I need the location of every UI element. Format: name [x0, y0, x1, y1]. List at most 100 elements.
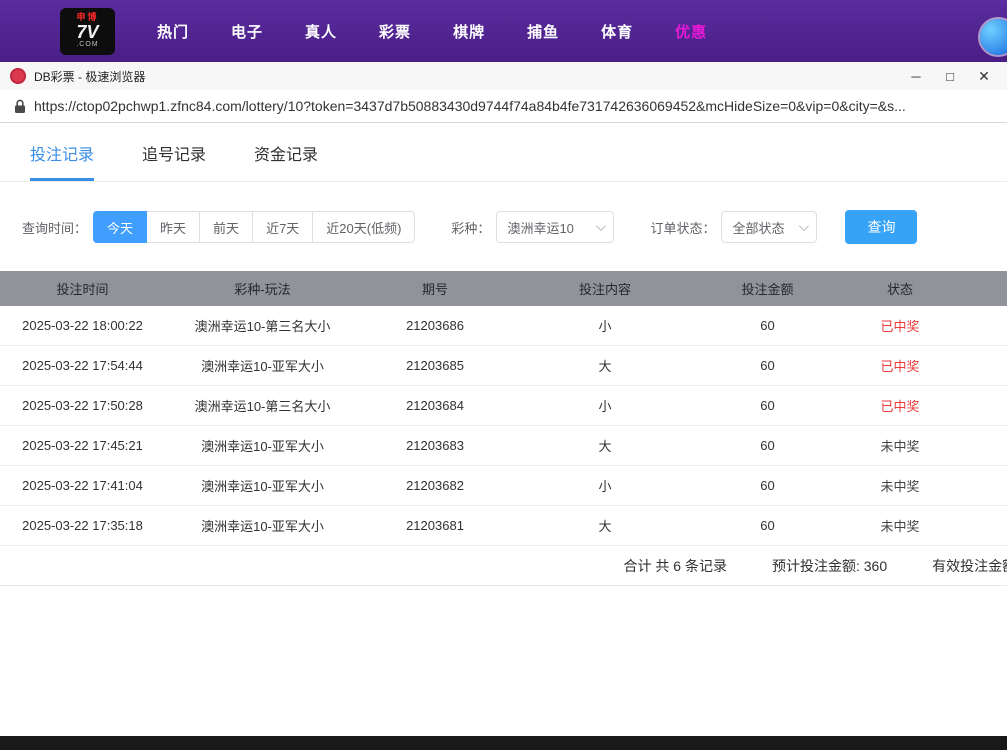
cell-issue: 21203686 — [360, 318, 510, 333]
nav-item-board[interactable]: 棋牌 — [453, 21, 485, 42]
taskbar-strip — [0, 736, 1007, 750]
time-option-today[interactable]: 今天 — [93, 211, 147, 243]
col-header-status: 状态 — [835, 279, 965, 298]
cell-issue: 21203684 — [360, 398, 510, 413]
time-option-20days[interactable]: 近20天(低频) — [312, 211, 415, 243]
cell-status: 未中奖 — [835, 476, 965, 495]
record-tabs: 投注记录 追号记录 资金记录 — [0, 123, 1007, 182]
col-header-issue: 期号 — [360, 279, 510, 298]
nav-item-lottery[interactable]: 彩票 — [379, 21, 411, 42]
tab-fund-records[interactable]: 资金记录 — [254, 141, 318, 181]
records-summary: 合计 共 6 条记录 预计投注金额: 360 有效投注金额: — [0, 546, 1007, 586]
cell-issue: 21203681 — [360, 518, 510, 533]
cell-status: 未中奖 — [835, 436, 965, 455]
table-row: 2025-03-22 17:35:18 澳洲幸运10-亚军大小 21203681… — [0, 506, 1007, 546]
minimize-button[interactable]: ─ — [899, 64, 933, 88]
cell-bet-time: 2025-03-22 17:50:28 — [0, 398, 165, 413]
lottery-select[interactable]: 澳洲幸运10 — [496, 211, 614, 243]
cell-issue: 21203683 — [360, 438, 510, 453]
cell-bet-time: 2025-03-22 18:00:22 — [0, 318, 165, 333]
cell-amount: 60 — [700, 398, 835, 413]
time-range-group: 今天 昨天 前天 近7天 近20天(低频) — [93, 211, 415, 243]
cell-amount: 60 — [700, 478, 835, 493]
nav-item-slots[interactable]: 电子 — [231, 21, 263, 42]
cell-amount: 60 — [700, 358, 835, 373]
cell-game: 澳洲幸运10-亚军大小 — [165, 356, 360, 375]
logo-text-main: 7V — [76, 23, 98, 42]
cell-status: 已中奖 — [835, 396, 965, 415]
cell-amount: 60 — [700, 318, 835, 333]
lottery-select-value: 澳洲幸运10 — [507, 218, 573, 237]
chevron-down-icon — [799, 221, 809, 231]
status-filter-label: 订单状态： — [650, 218, 715, 237]
cell-issue: 21203682 — [360, 478, 510, 493]
nav-item-promo[interactable]: 优惠 — [675, 21, 707, 42]
cell-game: 澳洲幸运10-第三名大小 — [165, 396, 360, 415]
order-status-select[interactable]: 全部状态 — [721, 211, 817, 243]
cell-status: 已中奖 — [835, 356, 965, 375]
cell-bet-time: 2025-03-22 17:54:44 — [0, 358, 165, 373]
cell-game: 澳洲幸运10-亚军大小 — [165, 436, 360, 455]
nav-item-fishing[interactable]: 捕鱼 — [527, 21, 559, 42]
app-window: 申博 7V .COM 热门 电子 真人 彩票 棋牌 捕鱼 体育 优惠 DB彩票 … — [0, 0, 1007, 750]
cell-game: 澳洲幸运10-亚军大小 — [165, 516, 360, 535]
status-select-value: 全部状态 — [732, 218, 784, 237]
col-header-amount: 投注金额 — [700, 279, 835, 298]
maximize-button[interactable]: □ — [933, 64, 967, 88]
logo-text-suffix: .COM — [76, 41, 98, 48]
col-header-time: 投注时间 — [0, 279, 165, 298]
nav-item-sports[interactable]: 体育 — [601, 21, 633, 42]
cell-content: 小 — [510, 476, 700, 495]
chevron-down-icon — [596, 221, 606, 231]
lock-icon — [14, 99, 26, 114]
customer-service-icon[interactable] — [980, 19, 1007, 55]
col-header-game: 彩种-玩法 — [165, 279, 360, 298]
cell-amount: 60 — [700, 438, 835, 453]
query-button[interactable]: 查询 — [845, 210, 917, 244]
cell-content: 大 — [510, 436, 700, 455]
cell-status: 已中奖 — [835, 316, 965, 335]
main-nav: 热门 电子 真人 彩票 棋牌 捕鱼 体育 优惠 — [157, 21, 749, 42]
table-row: 2025-03-22 18:00:22 澳洲幸运10-第三名大小 2120368… — [0, 306, 1007, 346]
table-row: 2025-03-22 17:45:21 澳洲幸运10-亚军大小 21203683… — [0, 426, 1007, 466]
nav-item-hot[interactable]: 热门 — [157, 21, 189, 42]
cell-content: 小 — [510, 316, 700, 335]
summary-valid-amount: 有效投注金额: — [932, 556, 1007, 576]
table-row: 2025-03-22 17:50:28 澳洲幸运10-第三名大小 2120368… — [0, 386, 1007, 426]
cell-bet-time: 2025-03-22 17:35:18 — [0, 518, 165, 533]
cell-amount: 60 — [700, 518, 835, 533]
tab-chase-records[interactable]: 追号记录 — [142, 141, 206, 181]
cell-game: 澳洲幸运10-第三名大小 — [165, 316, 360, 335]
window-title-bar: DB彩票 - 极速浏览器 ─ □ ✕ — [0, 62, 1007, 90]
cell-content: 大 — [510, 356, 700, 375]
table-row: 2025-03-22 17:41:04 澳洲幸运10-亚军大小 21203682… — [0, 466, 1007, 506]
site-logo[interactable]: 申博 7V .COM — [60, 8, 115, 55]
summary-expected-amount: 预计投注金额: 360 — [772, 556, 887, 576]
cell-game: 澳洲幸运10-亚军大小 — [165, 476, 360, 495]
filter-bar: 查询时间： 今天 昨天 前天 近7天 近20天(低频) 彩种： 澳洲幸运10 订… — [22, 210, 1007, 244]
cell-content: 小 — [510, 396, 700, 415]
summary-total-records: 合计 共 6 条记录 — [624, 556, 727, 576]
address-bar[interactable]: https://ctop02pchwp1.zfnc84.com/lottery/… — [0, 90, 1007, 123]
window-title: DB彩票 - 极速浏览器 — [34, 68, 899, 85]
bet-records-table: 投注时间 彩种-玩法 期号 投注内容 投注金额 状态 2025-03-22 18… — [0, 271, 1007, 586]
col-header-content: 投注内容 — [510, 279, 700, 298]
time-option-7days[interactable]: 近7天 — [252, 211, 313, 243]
nav-item-live[interactable]: 真人 — [305, 21, 337, 42]
time-option-day-before[interactable]: 前天 — [199, 211, 253, 243]
table-header-row: 投注时间 彩种-玩法 期号 投注内容 投注金额 状态 — [0, 271, 1007, 306]
close-button[interactable]: ✕ — [967, 64, 1001, 88]
url-text: https://ctop02pchwp1.zfnc84.com/lottery/… — [34, 98, 906, 114]
time-option-yesterday[interactable]: 昨天 — [146, 211, 200, 243]
tab-bet-records[interactable]: 投注记录 — [30, 141, 94, 181]
site-favicon-icon — [10, 68, 26, 84]
time-filter-label: 查询时间： — [22, 218, 87, 237]
cell-bet-time: 2025-03-22 17:41:04 — [0, 478, 165, 493]
cell-content: 大 — [510, 516, 700, 535]
cell-bet-time: 2025-03-22 17:45:21 — [0, 438, 165, 453]
cell-status: 未中奖 — [835, 516, 965, 535]
table-row: 2025-03-22 17:54:44 澳洲幸运10-亚军大小 21203685… — [0, 346, 1007, 386]
site-header: 申博 7V .COM 热门 电子 真人 彩票 棋牌 捕鱼 体育 优惠 — [0, 0, 1007, 62]
lottery-filter-label: 彩种： — [451, 218, 490, 237]
cell-issue: 21203685 — [360, 358, 510, 373]
